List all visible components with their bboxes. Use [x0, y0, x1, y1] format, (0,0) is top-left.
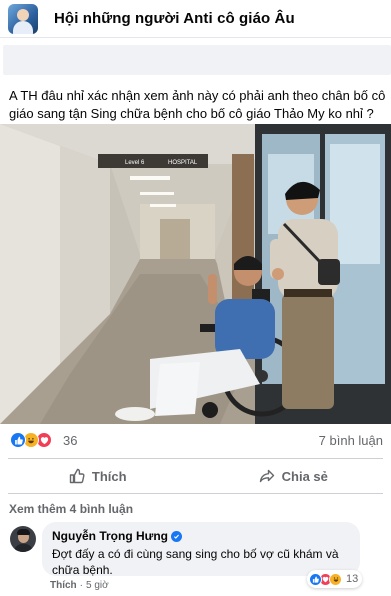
post-reactions[interactable]: 36 — [10, 432, 77, 448]
photo-sign-level: Level 6 — [125, 160, 145, 166]
post-author-placeholder — [3, 45, 391, 75]
comment-reaction-count: 13 — [346, 573, 359, 585]
thumbs-up-icon — [69, 468, 85, 484]
view-more-comments[interactable]: Xem thêm 4 bình luận — [9, 502, 133, 516]
share-arrow-icon — [259, 469, 274, 483]
comment-author-name[interactable]: Nguyễn Trọng Hưng — [52, 529, 168, 543]
group-avatar[interactable] — [8, 3, 38, 34]
divider — [8, 458, 383, 459]
comment-author[interactable]: Nguyễn Trọng Hưng — [52, 529, 350, 543]
divider — [8, 493, 383, 494]
like-reaction-icon — [309, 572, 322, 586]
comment-reactions[interactable]: 13 — [307, 570, 363, 588]
post-photo[interactable]: Level 6 HOSPITAL — [0, 124, 391, 424]
haha-reaction-icon — [329, 572, 342, 586]
comment-count[interactable]: 7 bình luận — [319, 433, 383, 448]
group-name[interactable]: Hội những người Anti cô giáo Âu — [54, 10, 295, 27]
avatar[interactable] — [10, 526, 36, 552]
photo-sign-text: HOSPITAL — [168, 160, 198, 166]
comment-bubble: Nguyễn Trọng Hưng Đợt đấy a có đi cùng s… — [42, 522, 360, 577]
group-header: Hội những người Anti cô giáo Âu — [0, 0, 391, 38]
share-button-label: Chia sẻ — [281, 468, 328, 484]
like-button-label: Thích — [91, 468, 127, 484]
comment-meta: Thích · 5 giờ — [50, 580, 109, 591]
comment-timestamp[interactable]: 5 giờ — [86, 580, 109, 591]
verified-badge-icon — [171, 530, 183, 542]
like-button[interactable]: Thích — [0, 460, 196, 492]
like-reaction-icon — [10, 432, 26, 448]
share-button[interactable]: Chia sẻ — [196, 460, 391, 492]
comment-like-button[interactable]: Thích — [50, 580, 77, 591]
separator-dot: · — [79, 580, 84, 591]
reaction-count: 36 — [63, 432, 78, 448]
post-text: A TH đâu nhỉ xác nhận xem ảnh này có phả… — [9, 88, 386, 121]
post-action-bar: Thích Chia sẻ — [0, 460, 391, 492]
comment-text: Đợt đấy a có đi cùng sang sing cho bố vợ… — [52, 547, 339, 577]
